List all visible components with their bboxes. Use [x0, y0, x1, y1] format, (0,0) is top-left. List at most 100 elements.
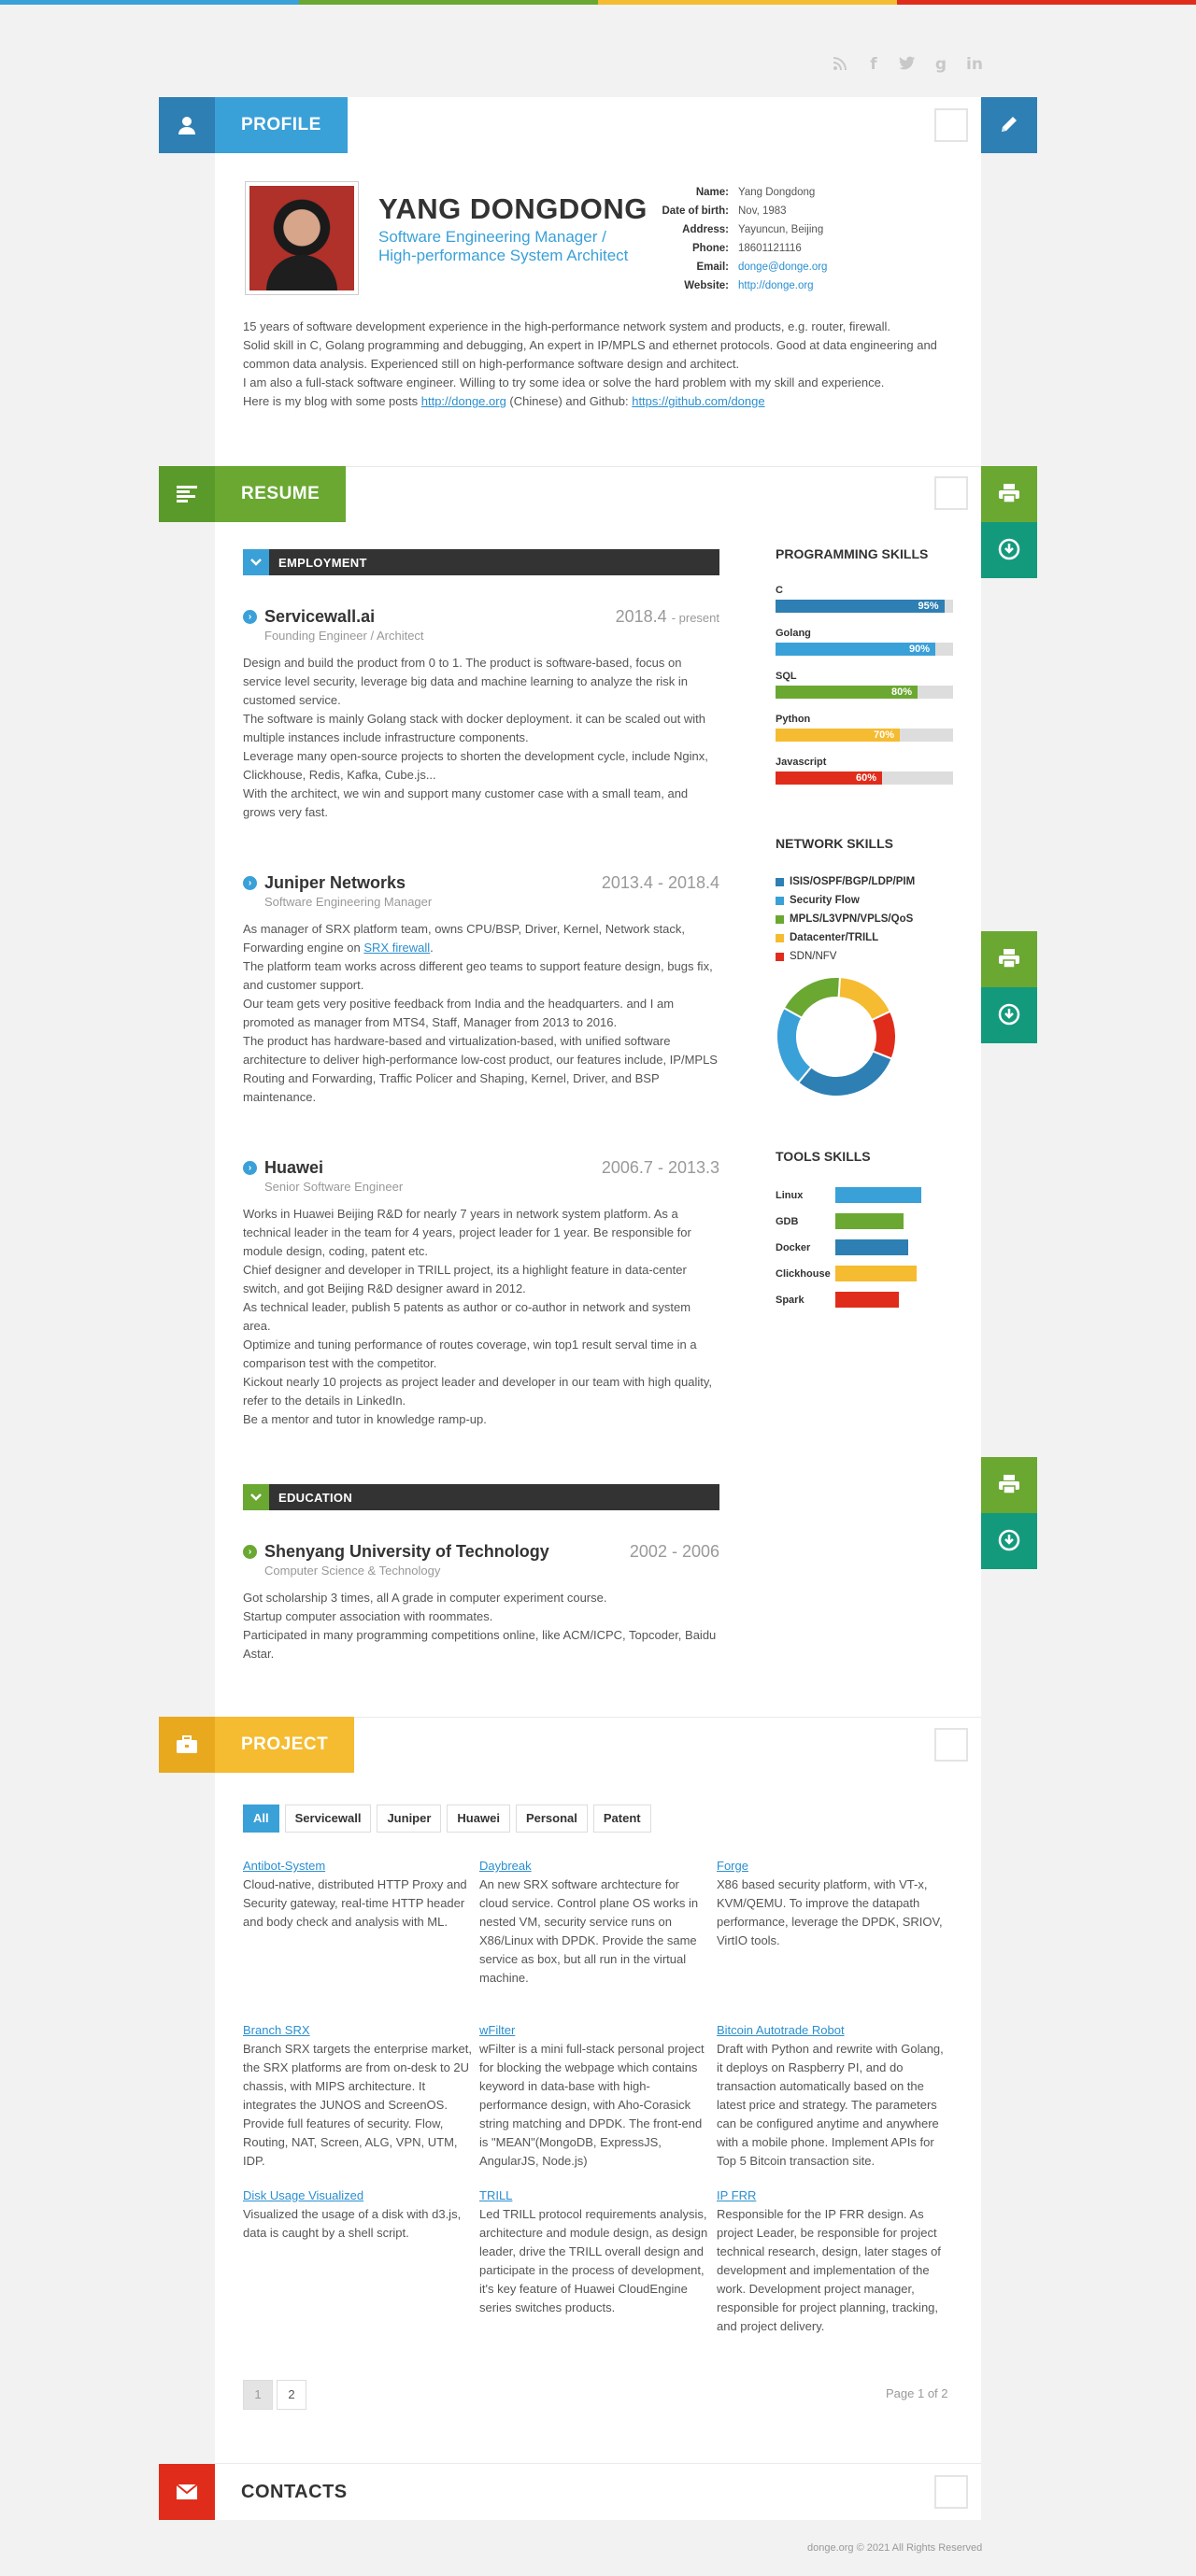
profile-section-label: PROFILE — [215, 97, 348, 153]
resume-toggle-box[interactable] — [934, 476, 968, 510]
srx-firewall-link[interactable]: SRX firewall — [363, 941, 430, 955]
filter-all[interactable]: All — [243, 1805, 279, 1833]
tool-bar — [835, 1213, 904, 1229]
tool-skill-docker: Docker — [776, 1239, 908, 1255]
desc-line: Optimize and tuning performance of route… — [243, 1338, 697, 1370]
twitter-icon[interactable] — [899, 56, 916, 73]
profile-title: Software Engineering Manager / High-perf… — [378, 228, 629, 264]
education-description: Got scholarship 3 times, all A grade in … — [243, 1589, 719, 1663]
desc-line: Leverage many open-source projects to sh… — [243, 749, 708, 782]
contacts-toggle-box[interactable] — [934, 2475, 968, 2509]
linkedin-icon[interactable]: in — [966, 56, 983, 73]
project-toggle-box[interactable] — [934, 1728, 968, 1762]
project-title[interactable]: IP FRR — [717, 2188, 756, 2202]
project-card: Disk Usage Visualized Visualized the usag… — [243, 2187, 472, 2345]
project-section-label: PROJECT — [215, 1717, 355, 1773]
skill-bar-c: C 95% — [776, 585, 953, 613]
filter-personal[interactable]: Personal — [515, 1805, 588, 1833]
info-label: Address: — [682, 224, 729, 235]
filter-servicewall[interactable]: Servicewall — [284, 1805, 372, 1833]
project-title[interactable]: TRILL — [479, 2188, 512, 2202]
education-header: EDUCATION — [243, 1484, 719, 1510]
desc-line: As technical leader, publish 5 patents a… — [243, 1300, 691, 1333]
summary-line: Solid skill in C, Golang programming and… — [243, 338, 937, 371]
summary-line: 15 years of software development experie… — [243, 319, 890, 333]
job-role: Software Engineering Manager — [264, 895, 433, 909]
school-name: Shenyang University of Technology — [264, 1542, 549, 1561]
project-desc: Cloud-native, distributed HTTP Proxy and… — [243, 1877, 467, 1929]
envelope-icon — [159, 2464, 215, 2520]
job-period: 2006.7 - 2013.3 — [601, 1158, 719, 1177]
network-skills-heading: NETWORK SKILLS — [776, 836, 893, 851]
company-name: Huawei — [264, 1158, 324, 1177]
facebook-icon[interactable]: f — [865, 56, 882, 73]
user-icon — [159, 97, 215, 153]
download-button[interactable] — [981, 987, 1037, 1043]
skill-bar-python: Python 70% — [776, 714, 953, 742]
project-title[interactable]: wFilter — [479, 2023, 515, 2037]
profile-summary: 15 years of software development experie… — [243, 318, 953, 411]
chevron-down-icon[interactable] — [243, 1484, 269, 1510]
blog-link[interactable]: http://donge.org — [421, 394, 506, 408]
desc-line: With the architect, we win and support m… — [243, 786, 689, 819]
resume-section-tab: RESUME — [159, 466, 347, 522]
education-label: EDUCATION — [278, 1490, 353, 1505]
summary-line: I am also a full-stack software engineer… — [243, 375, 885, 389]
chevron-down-icon[interactable] — [243, 549, 269, 575]
project-title[interactable]: Forge — [717, 1859, 748, 1873]
project-title[interactable]: Antibot-System — [243, 1859, 325, 1873]
filter-patent[interactable]: Patent — [592, 1805, 651, 1833]
info-value: Yayuncun, Beijing — [738, 224, 824, 235]
email-link[interactable]: donge@donge.org — [738, 258, 827, 276]
filter-huawei[interactable]: Huawei — [447, 1805, 510, 1833]
github-link[interactable]: https://github.com/donge — [632, 394, 764, 408]
website-link[interactable]: http://donge.org — [738, 276, 814, 295]
donut-slice — [796, 1050, 893, 1097]
page-1-button[interactable]: 1 — [243, 2380, 273, 2410]
tool-name: Clickhouse — [776, 1267, 831, 1280]
project-title[interactable]: Bitcoin Autotrade Robot — [717, 2023, 845, 2037]
align-left-icon — [159, 466, 215, 522]
info-label: Phone: — [692, 243, 729, 254]
company-name: Servicewall.ai — [264, 607, 376, 626]
tool-name: Spark — [776, 1294, 804, 1306]
project-title[interactable]: Branch SRX — [243, 2023, 310, 2037]
edit-button[interactable] — [981, 97, 1037, 153]
legend-swatch — [776, 896, 784, 905]
printer-icon — [998, 1474, 1020, 1497]
project-title[interactable]: Daybreak — [479, 1859, 532, 1873]
page-2-button[interactable]: 2 — [277, 2380, 306, 2410]
rss-icon[interactable] — [832, 56, 848, 73]
download-circle-icon — [998, 1529, 1020, 1554]
skill-bar-golang: Golang 90% — [776, 628, 953, 656]
info-label: Date of birth: — [662, 205, 729, 217]
skill-fill: 80% — [776, 686, 918, 699]
tool-bar — [835, 1187, 922, 1203]
tool-skill-spark: Spark — [776, 1292, 899, 1308]
project-desc: wFilter is a mini full-stack personal pr… — [479, 2042, 705, 2168]
legend-swatch — [776, 914, 784, 924]
programming-skills-heading: PROGRAMMING SKILLS — [776, 546, 929, 561]
company-name: Juniper Networks — [264, 873, 406, 892]
print-button[interactable] — [981, 466, 1037, 522]
project-desc: Visualized the usage of a disk with d3.j… — [243, 2207, 462, 2240]
profile-toggle-box[interactable] — [934, 108, 968, 142]
job-description: Design and build the product from 0 to 1… — [243, 654, 719, 822]
print-button[interactable] — [981, 1457, 1037, 1513]
legend-label: Datacenter/TRILL — [790, 932, 879, 943]
skill-name: Python — [776, 714, 811, 725]
network-skills-legend: ISIS/OSPF/BGP/LDP/PIM Security Flow MPLS… — [776, 872, 915, 966]
project-filters: All Servicewall Juniper Huawei Personal … — [243, 1805, 651, 1833]
info-value: Nov, 1983 — [738, 205, 787, 217]
download-button[interactable] — [981, 1513, 1037, 1569]
period-suffix: - present — [671, 611, 719, 625]
desc-text: As manager of SRX platform team, owns CP… — [243, 922, 685, 955]
print-button[interactable] — [981, 931, 1037, 987]
project-title[interactable]: Disk Usage Visualized — [243, 2188, 363, 2202]
tool-bar — [835, 1239, 908, 1255]
download-button[interactable] — [981, 522, 1037, 578]
chevron-right-icon: › — [243, 1161, 257, 1175]
filter-juniper[interactable]: Juniper — [377, 1805, 442, 1833]
googleplus-icon[interactable]: g — [933, 56, 949, 73]
legend-label: SDN/NFV — [790, 951, 837, 962]
